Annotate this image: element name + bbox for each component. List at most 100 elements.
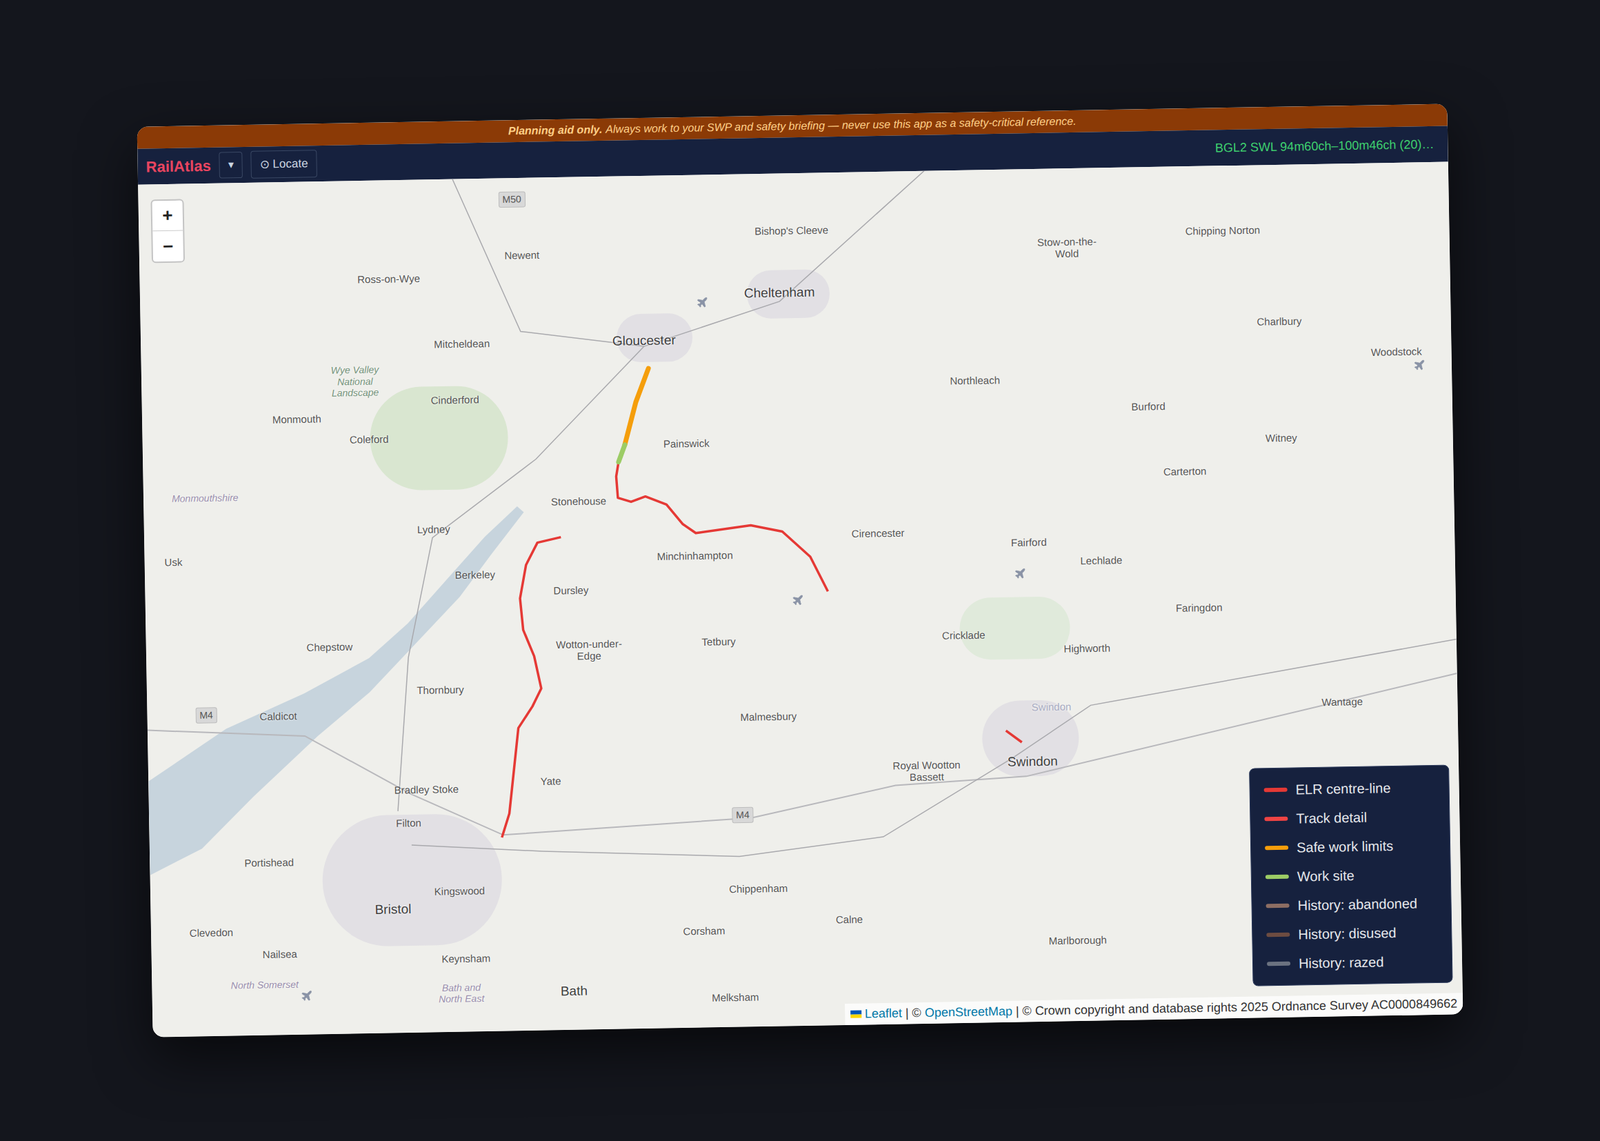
place-label: Lydney — [417, 522, 451, 536]
osm-link[interactable]: OpenStreetMap — [924, 1002, 1014, 1023]
place-label: Lechlade — [1080, 553, 1123, 567]
place-label: Tetbury — [701, 635, 736, 648]
place-label: Chippenham — [728, 882, 788, 896]
place-label: Dursley — [553, 584, 589, 597]
place-label: Marlborough — [1048, 933, 1107, 947]
legend-item: Track detail — [1264, 805, 1436, 829]
legend-item: ELR centre-line — [1263, 776, 1435, 800]
place-label: Swindon — [1007, 753, 1058, 770]
place-label: Cricklade — [942, 628, 986, 641]
locate-button[interactable]: ⊙ Locate — [250, 149, 317, 178]
leaflet-link[interactable]: Leaflet — [864, 1004, 903, 1024]
legend: ELR centre-line Track detail Safe work lim… — [1248, 764, 1453, 987]
legend-swatch — [1264, 845, 1289, 851]
place-label: Cirencester — [851, 526, 905, 540]
place-label: Witney — [1265, 431, 1298, 444]
selection-status: BGL2 SWL 94m60ch–100m46ch (20)… — [1215, 134, 1440, 158]
page: Planning aid only.Always work to your SW… — [0, 0, 1600, 1141]
attribution: Leaflet| ©OpenStreetMap| © Crown copyrig… — [844, 992, 1464, 1025]
map[interactable]: M50 M4 M4 Bishop's Cleeve Newent Ross-on-Wye S… — [137, 162, 1463, 1038]
road-badge: M4 — [195, 707, 218, 725]
place-label: North Somerset — [231, 978, 299, 992]
elr-route[interactable] — [496, 537, 567, 838]
place-label: Stonehouse — [551, 494, 607, 508]
place-label: Fairford — [1011, 535, 1047, 549]
place-label: Swindon — [1031, 700, 1072, 713]
airport-icon — [1013, 566, 1027, 580]
legend-item: History: disused — [1266, 921, 1438, 945]
place-label: Wantage — [1321, 695, 1363, 708]
place-label: Keynsham — [441, 951, 491, 965]
road-badge: M50 — [497, 191, 526, 208]
place-label: Kingswood — [434, 884, 486, 898]
place-label: Coleford — [349, 432, 389, 445]
work-site[interactable] — [617, 444, 625, 463]
brand-logo[interactable]: RailAtlas — [145, 153, 212, 178]
place-label: Wye Valley National Landscape — [320, 364, 390, 399]
place-label: Clevedon — [189, 926, 234, 939]
place-label: Filton — [395, 816, 422, 829]
place-label: Mitcheldean — [433, 337, 490, 351]
place-label: Burford — [1131, 400, 1165, 413]
place-label: Chipping Norton — [1184, 224, 1260, 238]
place-label: Royal Wootton Bassett — [888, 758, 965, 784]
zoom-out-button[interactable]: − — [152, 231, 184, 263]
place-label: Usk — [164, 555, 183, 569]
legend-item: Work site — [1265, 863, 1437, 887]
place-label: Bishop's Cleeve — [754, 223, 829, 237]
place-label: Ross-on-Wye — [357, 272, 420, 286]
safe-work-limits[interactable] — [623, 368, 650, 445]
road-badge: M4 — [731, 806, 754, 824]
place-label: Highworth — [1063, 641, 1111, 654]
place-label: Malmesbury — [740, 710, 797, 724]
place-label: Bradley Stoke — [393, 782, 459, 796]
airport-icon — [300, 989, 314, 1003]
zoom-control: +− — [150, 199, 185, 264]
place-label: Bath — [560, 983, 588, 1000]
airport-icon — [791, 593, 805, 607]
legend-swatch — [1266, 932, 1290, 938]
legend-swatch — [1266, 961, 1291, 967]
legend-swatch — [1264, 787, 1288, 793]
place-label: Bath and North East — [433, 981, 490, 1005]
place-label: Faringdon — [1175, 601, 1223, 614]
airport-icon — [1412, 358, 1425, 372]
place-label: Caldicot — [259, 709, 297, 723]
place-label: Northleach — [949, 374, 1000, 388]
legend-item: History: razed — [1266, 950, 1438, 974]
place-label: Painswick — [663, 437, 710, 450]
place-label: Stow-on-the-Wold — [1032, 235, 1103, 260]
legend-item: Safe work limits — [1264, 834, 1436, 858]
elr-route[interactable] — [1006, 730, 1023, 743]
app-window: Planning aid only.Always work to your SW… — [137, 104, 1464, 1038]
place-label: Carterton — [1163, 465, 1207, 478]
rail-line — [452, 171, 927, 350]
forest-area — [959, 595, 1072, 660]
place-label: Chepstow — [306, 640, 353, 654]
menu-button[interactable]: ▾ — [218, 151, 243, 179]
place-label: Cinderford — [431, 393, 480, 407]
place-label: Wotton-under-Edge — [554, 637, 625, 663]
ukraine-flag-icon — [850, 1010, 862, 1018]
place-label: Monmouth — [272, 412, 322, 425]
place-label: Monmouthshire — [171, 491, 239, 505]
elr-route[interactable] — [615, 457, 828, 595]
place-label: Cheltenham — [744, 284, 816, 302]
place-label: Gloucester — [612, 332, 676, 349]
place-label: Melksham — [711, 990, 760, 1003]
legend-swatch — [1264, 816, 1288, 822]
place-label: Yate — [540, 775, 562, 788]
place-label: Bristol — [374, 901, 412, 918]
place-label: Newent — [504, 248, 540, 262]
place-label: Woodstock — [1371, 345, 1423, 359]
legend-item: History: abandoned — [1265, 892, 1437, 916]
urban-area — [321, 813, 503, 948]
place-label: Minchinhampton — [656, 549, 733, 563]
place-label: Portishead — [244, 856, 294, 869]
airport-icon — [695, 296, 709, 309]
place-label: Berkeley — [454, 568, 496, 581]
zoom-in-button[interactable]: + — [152, 200, 184, 232]
severn-estuary — [143, 506, 530, 876]
place-label: Nailsea — [262, 947, 298, 960]
legend-swatch — [1265, 874, 1289, 880]
